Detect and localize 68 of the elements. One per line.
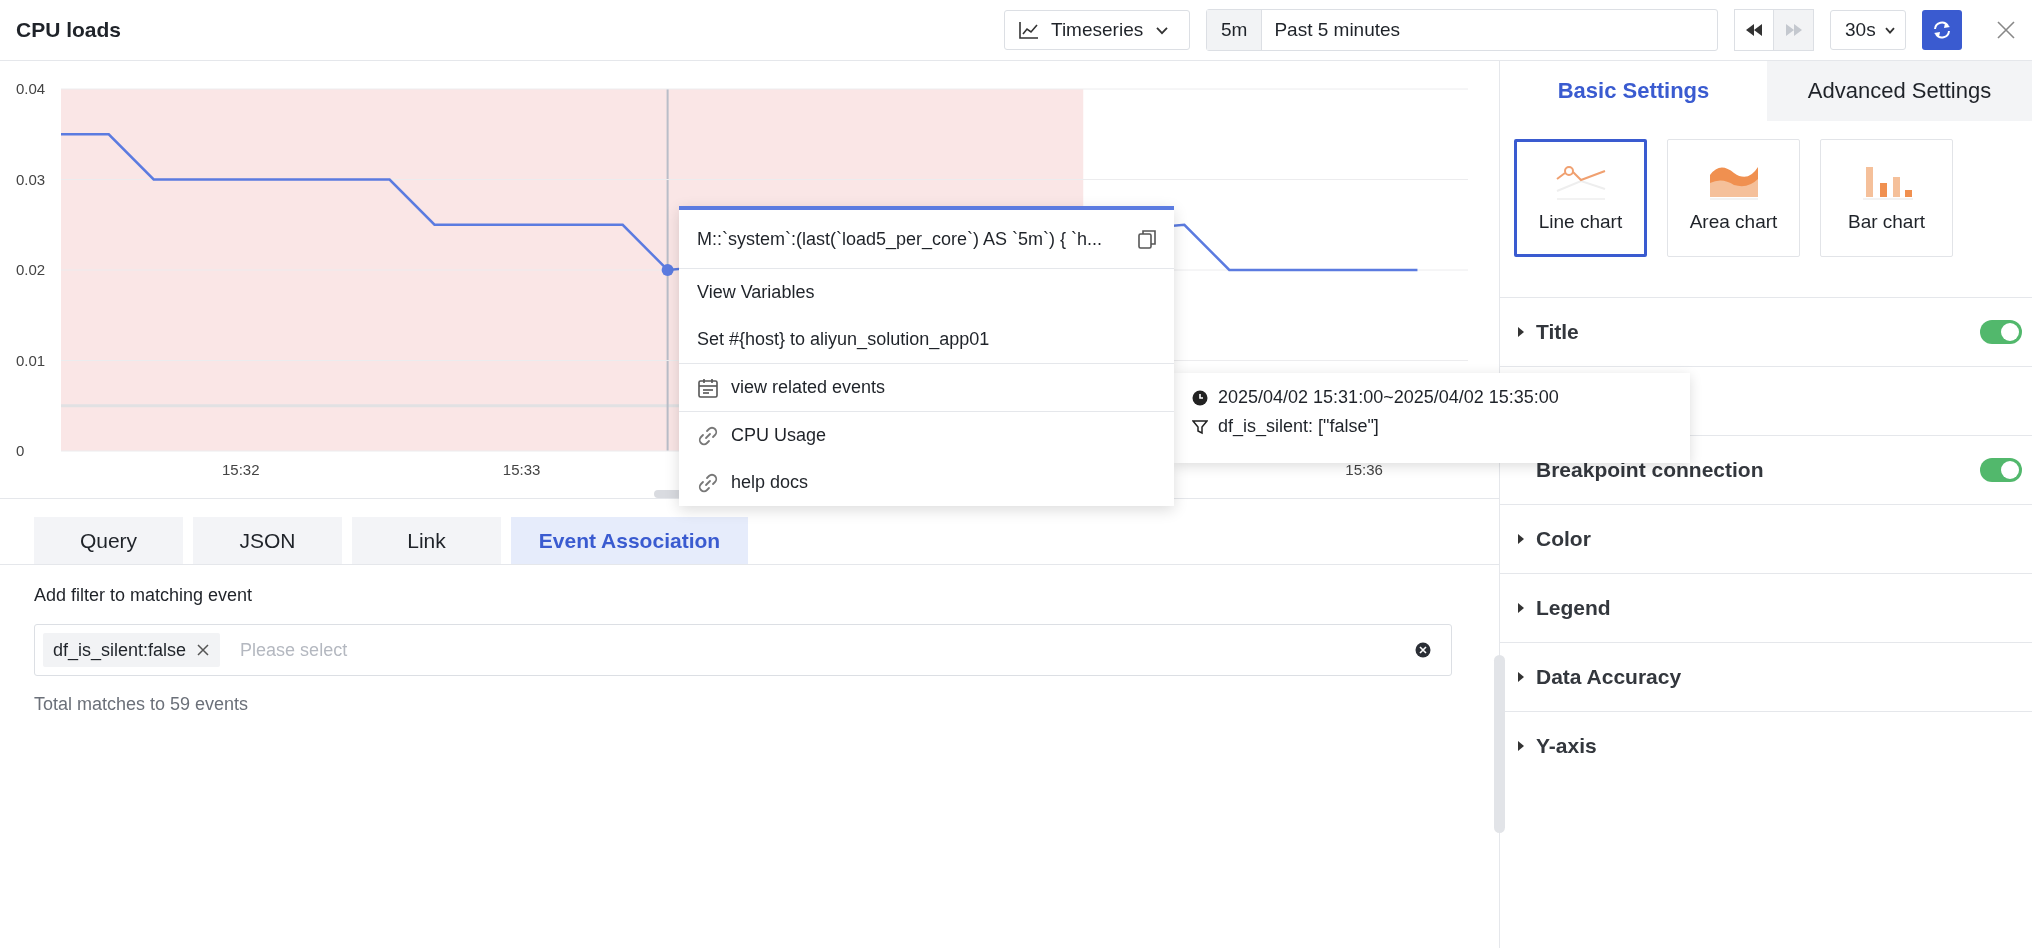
time-shortcut-button[interactable]: 5m — [1207, 10, 1263, 50]
editor-tab[interactable]: Link — [352, 517, 501, 564]
rewind-button[interactable] — [1734, 9, 1774, 51]
chart-type-dropdown[interactable]: Timeseries — [1004, 10, 1190, 50]
link-icon — [697, 424, 719, 447]
editor-tab[interactable]: Event Association — [511, 517, 748, 564]
line-chart-icon — [1019, 21, 1039, 39]
caret-right-icon — [1516, 326, 1526, 338]
query-text: M::`system`:(last(`load5_per_core`) AS `5m`) { `h... — [697, 228, 1104, 250]
section-header[interactable]: Data Accuracy — [1536, 665, 2022, 689]
caret-right-icon — [1516, 740, 1526, 752]
chart-type-card[interactable]: Area chart — [1667, 139, 1800, 257]
menu-item[interactable]: View Variables — [697, 282, 815, 303]
option-label: Breakpoint connection — [1536, 458, 1765, 482]
axis-label: 0.04 — [16, 80, 46, 97]
refresh-button[interactable] — [1922, 10, 1962, 50]
match-summary: Total matches to 59 events — [34, 694, 250, 715]
axis-label: 0.02 — [16, 261, 46, 278]
filter-icon — [1192, 418, 1208, 435]
toggle-switch[interactable] — [1980, 320, 2022, 344]
caret-right-icon — [1516, 671, 1526, 683]
fast-forward-icon — [1783, 21, 1804, 39]
section-header[interactable]: Color — [1536, 527, 2022, 551]
section-header[interactable]: Legend — [1536, 596, 2022, 620]
menu-item[interactable]: help docs — [731, 472, 809, 493]
editor-tab[interactable]: Query — [34, 517, 183, 564]
hover-point — [661, 264, 674, 276]
axis-label: 15:36 — [1345, 461, 1383, 478]
toggle-switch[interactable] — [1980, 458, 2022, 482]
refresh-interval-dropdown[interactable]: 30s — [1830, 10, 1906, 50]
clock-icon — [1192, 389, 1208, 406]
section-header[interactable]: Title — [1536, 320, 1970, 344]
settings-tab[interactable]: Advanced Settings — [1767, 61, 2032, 121]
filter-tag: df_is_silent:false — [43, 633, 221, 667]
menu-item[interactable]: Set #{host} to aliyun_solution_app01 — [697, 329, 990, 350]
axis-label: 0.01 — [16, 351, 46, 369]
menu-item[interactable]: view related events — [731, 377, 886, 398]
axis-label: 15:32 — [221, 461, 260, 478]
remove-tag-button[interactable] — [196, 643, 211, 657]
time-range-field[interactable]: 5m Past 5 minutes — [1206, 9, 1718, 51]
filter-label: Add filter to matching event — [34, 585, 254, 606]
chart-type-card[interactable]: Line chart — [1514, 139, 1647, 257]
time-range-text: 2025/04/02 15:31:00~2025/04/02 15:35:00 — [1218, 387, 1559, 408]
copy-icon — [1138, 229, 1156, 249]
calendar-icon — [697, 376, 719, 399]
rewind-icon — [1744, 21, 1764, 39]
link-icon — [697, 471, 719, 494]
filter-text: df_is_silent: ["false"] — [1218, 416, 1379, 437]
refresh-icon — [1931, 19, 1953, 41]
clear-button[interactable] — [1415, 642, 1431, 658]
close-icon — [1996, 20, 2016, 40]
axis-label: 15:33 — [502, 461, 541, 478]
section-header[interactable]: Y-axis — [1536, 734, 2022, 758]
caret-right-icon — [1516, 602, 1526, 614]
axis-label: 0.03 — [16, 170, 46, 188]
chart-type-card[interactable]: Bar chart — [1820, 139, 1953, 257]
editor-tab[interactable]: JSON — [193, 517, 342, 564]
filter-input[interactable]: Please select — [238, 638, 1397, 662]
clear-icon — [1415, 642, 1431, 658]
close-icon — [196, 643, 211, 657]
time-range-text: Past 5 minutes — [1273, 18, 1401, 42]
menu-item[interactable]: CPU Usage — [731, 425, 827, 446]
axis-label: 0 — [16, 442, 25, 459]
line-chart-drawing — [1554, 163, 1607, 201]
panel-title: CPU loads — [16, 18, 122, 42]
filter-select-field[interactable]: df_is_silent:false Please select — [34, 624, 1452, 676]
resize-handle[interactable] — [1494, 655, 1505, 833]
caret-right-icon — [1516, 533, 1526, 545]
